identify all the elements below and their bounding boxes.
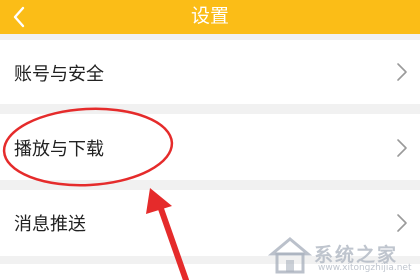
chevron-right-icon bbox=[397, 214, 407, 232]
watermark-url: www.xitongzhijia.net bbox=[318, 263, 412, 273]
top-bar: 设置 bbox=[0, 0, 420, 34]
settings-item-label: 消息推送 bbox=[14, 214, 86, 235]
chevron-right-icon bbox=[397, 139, 407, 157]
section-divider bbox=[0, 104, 420, 114]
settings-item-label: 账号与安全 bbox=[14, 64, 104, 85]
settings-item-account-security[interactable]: 账号与安全 bbox=[0, 40, 420, 104]
watermark: 系统之家 www.xitongzhijia.net bbox=[267, 236, 418, 276]
settings-screen: 设置 账号与安全 播放与下载 消息推送 系统之家 www.xitongzhiji… bbox=[0, 0, 420, 280]
settings-item-label: 播放与下载 bbox=[14, 139, 104, 160]
chevron-right-icon bbox=[397, 63, 407, 81]
section-divider bbox=[0, 180, 420, 190]
settings-item-playback-download[interactable]: 播放与下载 bbox=[0, 114, 420, 180]
house-logo-icon bbox=[267, 237, 313, 274]
page-title: 设置 bbox=[190, 5, 229, 27]
